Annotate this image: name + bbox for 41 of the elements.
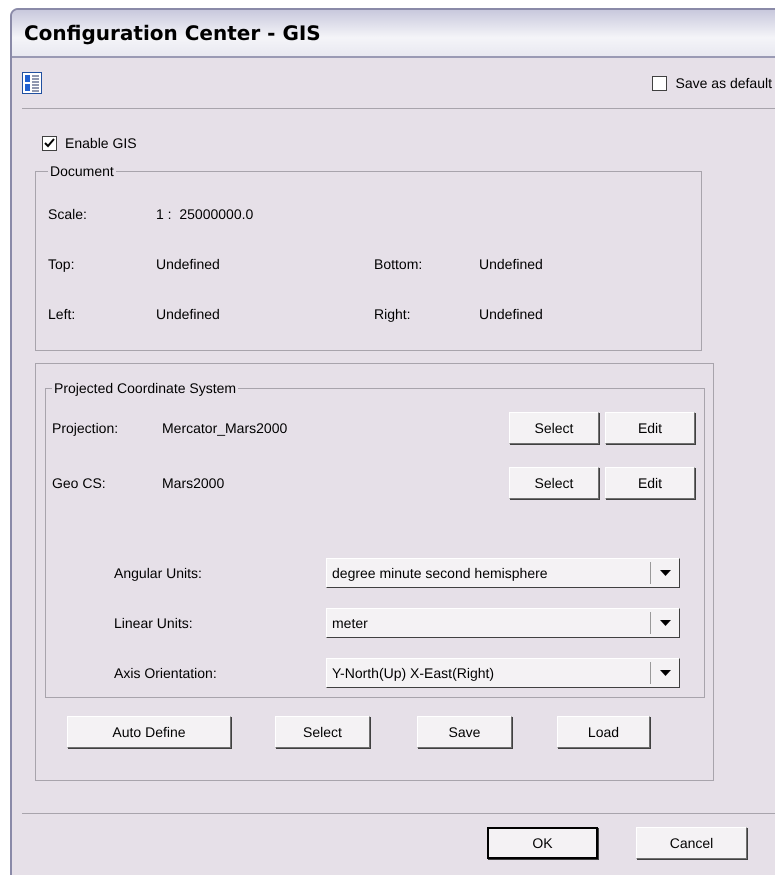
action-button[interactable]: Load — [557, 716, 650, 748]
field-label: Angular Units: — [114, 565, 203, 581]
select-button[interactable]: Select — [509, 412, 599, 444]
field-label: Geo CS: — [52, 474, 107, 490]
ok-button[interactable]: OK — [487, 827, 598, 859]
field-label: Top: — [48, 255, 76, 274]
field-label: Linear Units: — [114, 615, 194, 631]
layout-icon[interactable] — [22, 72, 42, 94]
field-value: Undefined — [156, 255, 221, 274]
field-value: Mercator_Mars2000 — [162, 420, 288, 436]
field-value: Undefined — [479, 305, 544, 324]
field-label: Axis Orientation: — [114, 665, 218, 681]
field-value: Undefined — [156, 305, 221, 324]
dropdown[interactable]: Y-North(Up) X-East(Right) — [326, 658, 680, 688]
field-value: 1 : 25000000.0 — [156, 205, 254, 224]
edit-button[interactable]: Edit — [605, 412, 695, 444]
window-title: Configuration Center - GIS — [24, 21, 321, 45]
caret-icon — [660, 670, 670, 676]
field-label: Left: — [48, 305, 76, 324]
field-value: Mars2000 — [162, 474, 226, 490]
select-button[interactable]: Select — [509, 466, 599, 498]
dropdown[interactable]: degree minute second hemisphere — [326, 558, 680, 588]
field-value: Undefined — [479, 255, 544, 274]
save-as-default-checkbox[interactable] — [652, 76, 668, 90]
cancel-button[interactable]: Cancel — [636, 827, 747, 859]
dropdown[interactable]: meter — [326, 608, 680, 638]
group-title: Projected Coordinate System — [53, 380, 238, 396]
caret-icon — [660, 570, 670, 576]
caret-icon — [660, 620, 670, 626]
field-label: Projection: — [52, 420, 120, 436]
group-title: Document — [49, 163, 115, 179]
field-label: Bottom: — [374, 255, 424, 274]
field-label: Scale: — [48, 205, 88, 224]
action-button[interactable]: Save — [417, 716, 512, 748]
checkbox-label: Enable GIS — [65, 135, 137, 151]
action-button[interactable]: Select — [275, 716, 370, 748]
edit-button[interactable]: Edit — [605, 466, 695, 498]
field-label: Right: — [374, 305, 412, 324]
enable-gis-checkbox[interactable] — [42, 136, 57, 150]
action-button[interactable]: Auto Define — [67, 716, 231, 748]
checkbox-label: Save as default — [675, 75, 772, 91]
